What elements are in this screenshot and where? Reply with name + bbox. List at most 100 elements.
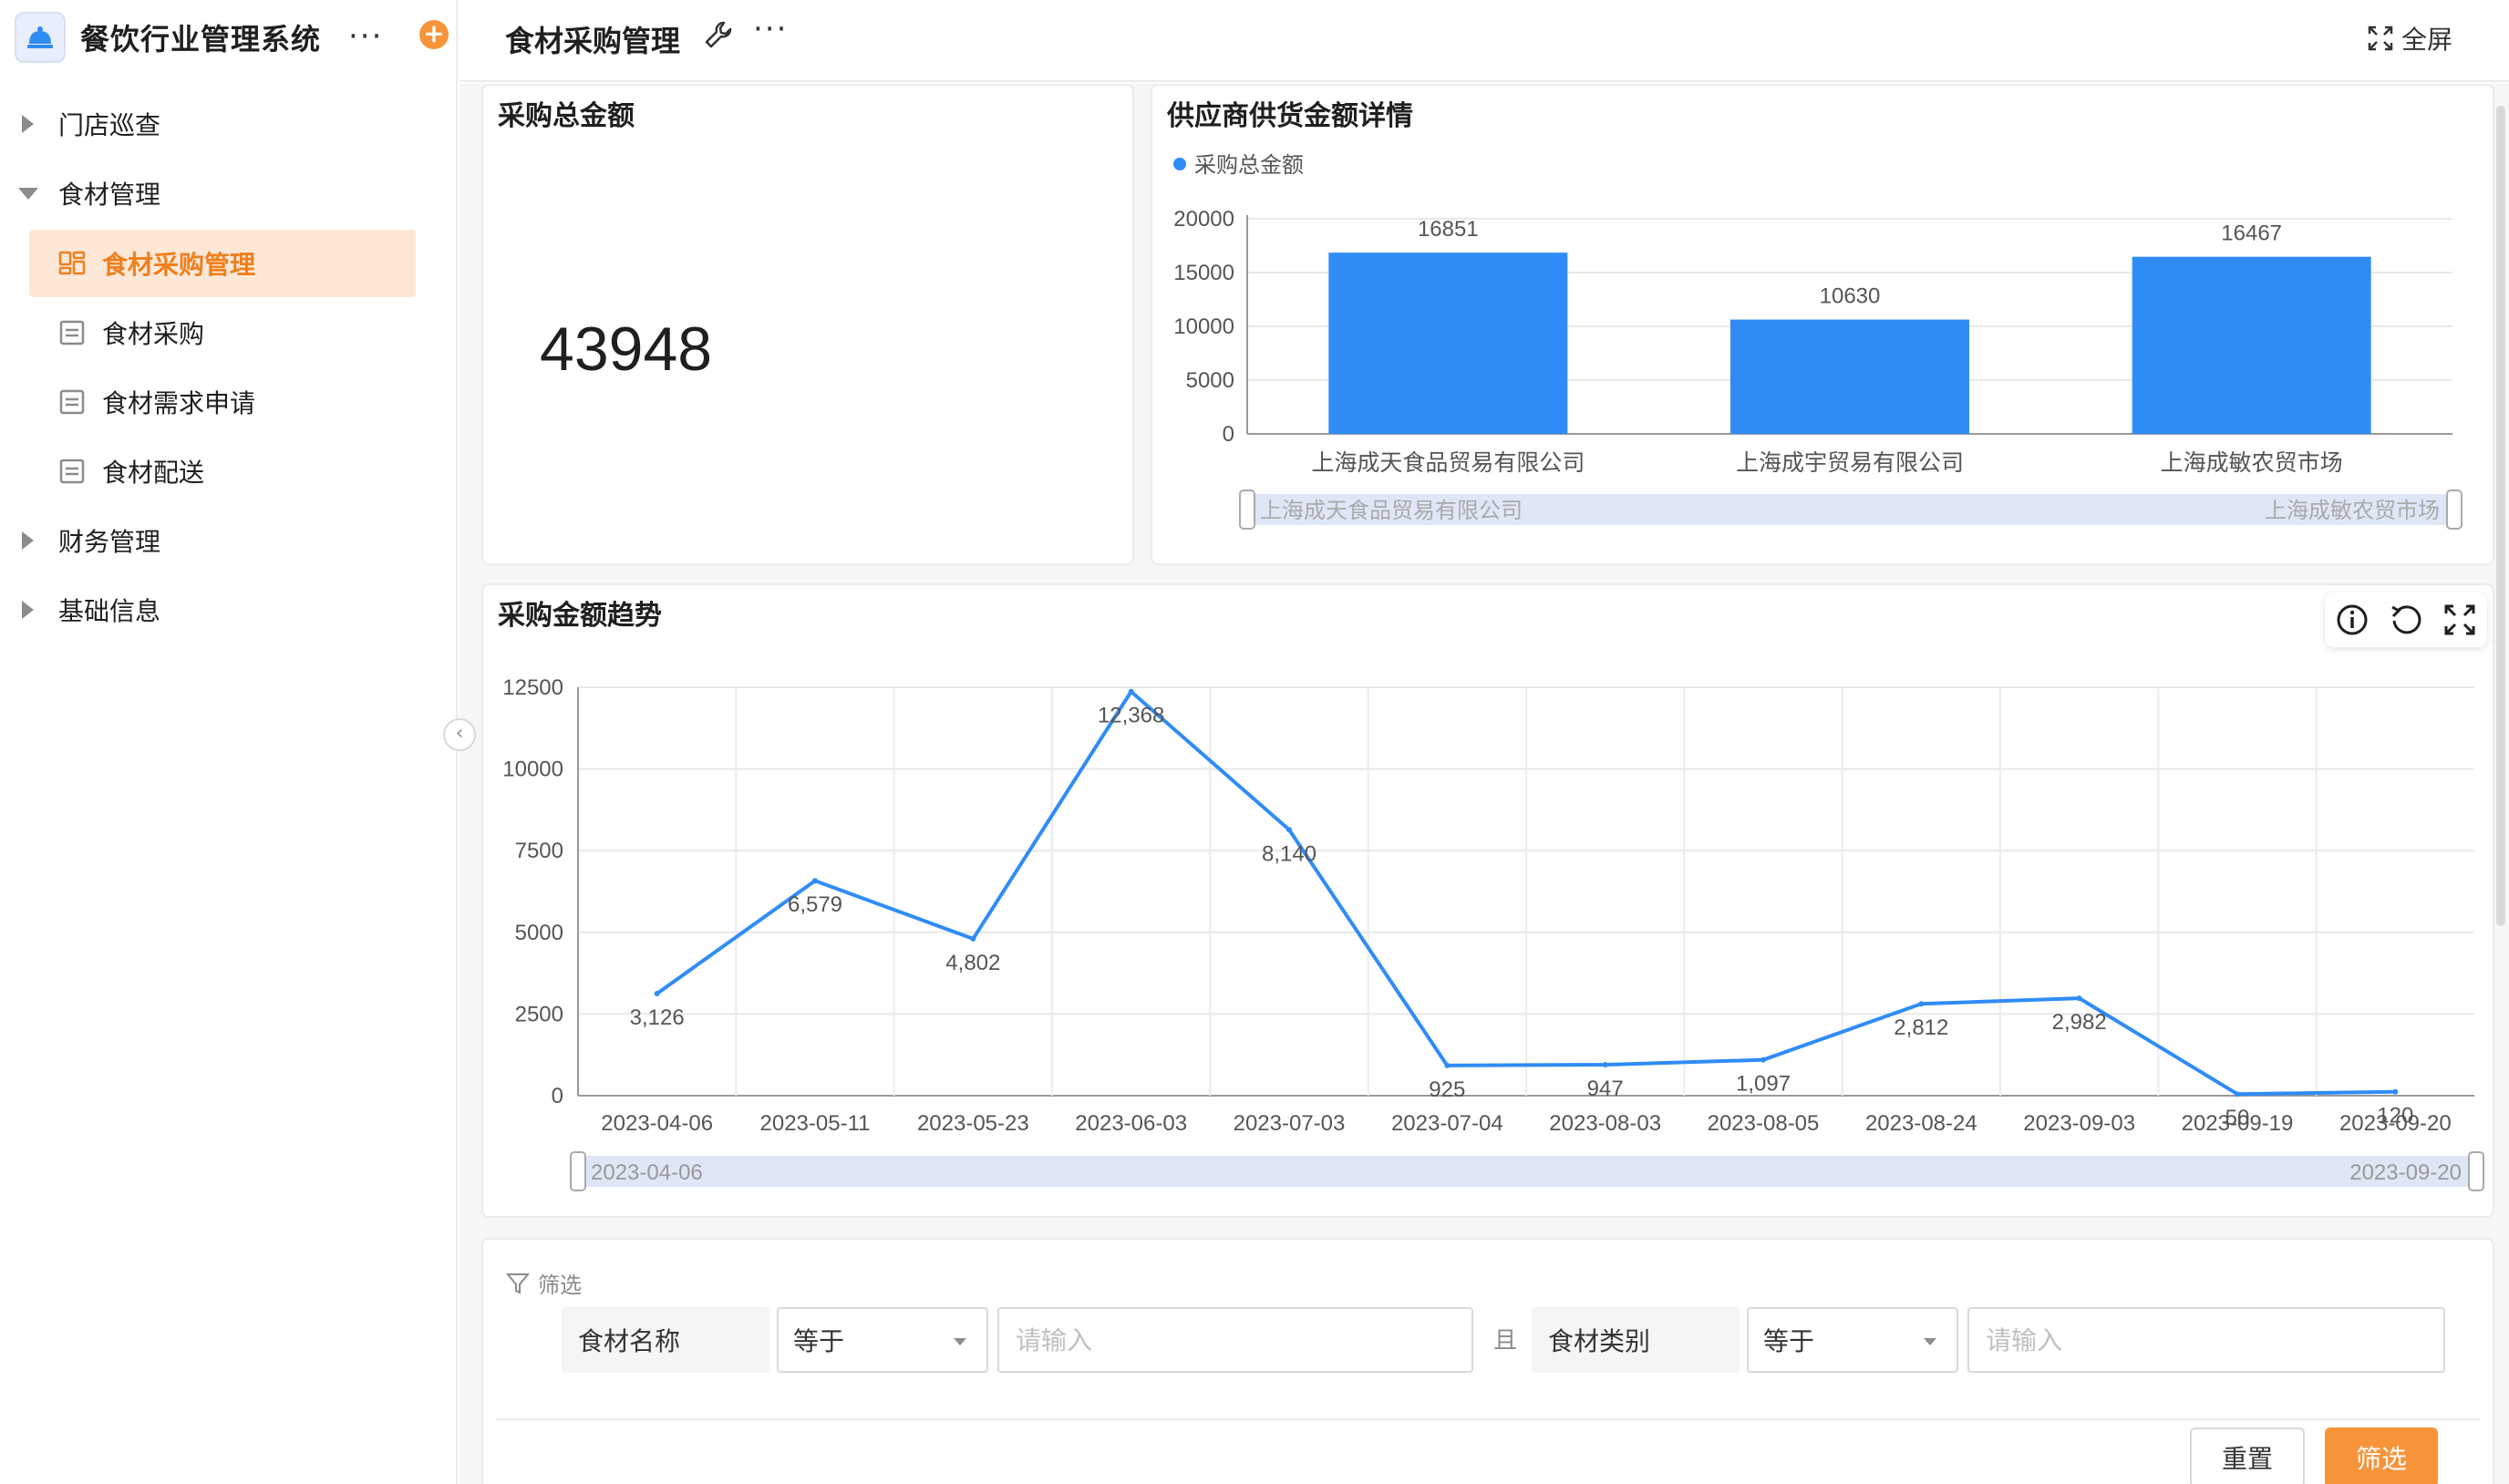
x-tick-label: 2023-07-03 xyxy=(1234,1111,1346,1136)
y-tick-label: 0 xyxy=(552,1084,563,1108)
header-more-button[interactable]: ··· xyxy=(753,11,788,47)
sidebar-group-basic-info[interactable]: 基础信息 xyxy=(0,582,456,637)
page-header: 食材采购管理 ··· 全屏 xyxy=(459,0,2509,82)
filter-button[interactable]: 筛选 xyxy=(2325,1427,2438,1484)
y-tick-label: 20000 xyxy=(1173,207,1234,232)
data-point xyxy=(1602,1062,1608,1068)
operator-select-ingredient-category[interactable]: 等于 xyxy=(1747,1307,1958,1373)
data-point xyxy=(1286,827,1292,833)
x-tick-label: 2023-06-03 xyxy=(1075,1111,1187,1136)
filter-divider xyxy=(496,1418,2480,1420)
zoom-end-label: 2023-09-20 xyxy=(2349,1160,2462,1185)
dropdown-arrow-icon xyxy=(1924,1338,1936,1345)
zoom-start-label: 上海成天食品贸易有限公司 xyxy=(1260,499,1523,523)
dashboard-icon xyxy=(58,251,86,275)
y-tick-label: 12500 xyxy=(502,675,563,700)
bar-value-label: 10630 xyxy=(1820,284,1881,309)
data-point xyxy=(1128,688,1134,695)
app-root: 餐饮行业管理系统 ··· + 门店巡查 食材管理 食材采购管理 食材采购 食材需… xyxy=(0,0,2509,1484)
zoom-handle-right xyxy=(2468,1151,2484,1191)
operator-value: 等于 xyxy=(1763,1326,1815,1356)
sidebar-collapse-button[interactable]: ‹ xyxy=(443,718,476,751)
sidebar-item-procurement[interactable]: 食材采购 xyxy=(29,299,416,366)
data-label: 4,802 xyxy=(945,951,1000,975)
data-label: 50 xyxy=(2225,1106,2250,1130)
ingredient-name-input[interactable] xyxy=(997,1307,1473,1373)
data-label: 12,368 xyxy=(1098,704,1164,728)
x-tick-label: 2023-05-11 xyxy=(760,1111,871,1136)
bar-value-label: 16467 xyxy=(2221,222,2282,246)
brand-header: 餐饮行业管理系统 ··· + xyxy=(15,9,449,66)
sidebar-item-label: 食材采购 xyxy=(102,319,205,349)
data-label: 947 xyxy=(1587,1077,1624,1101)
filter-header: 筛选 xyxy=(505,1267,582,1299)
data-point xyxy=(2235,1091,2240,1098)
sidebar-group-label: 基础信息 xyxy=(58,596,161,626)
y-tick-label: 5000 xyxy=(515,921,563,945)
main-content: 采购总金额 43948 供应商供货金额详情 采购总金额 20000 15000 100… xyxy=(459,84,2509,1484)
field-label-ingredient-name: 食材名称 xyxy=(562,1307,769,1373)
app-logo xyxy=(15,12,66,63)
x-tick-label: 2023-09-03 xyxy=(2023,1111,2135,1136)
operator-select-ingredient-name[interactable]: 等于 xyxy=(777,1307,988,1373)
caret-down-icon xyxy=(18,187,38,200)
sidebar-group-ingredient-management[interactable]: 食材管理 xyxy=(0,166,456,221)
y-tick-label: 15000 xyxy=(1173,261,1234,285)
y-tick-label: 2500 xyxy=(515,1002,563,1026)
data-point xyxy=(2076,995,2082,1002)
bar xyxy=(2132,256,2371,434)
legend-marker xyxy=(1173,158,1186,170)
bar xyxy=(1328,252,1568,434)
data-label: 2,982 xyxy=(2052,1010,2107,1035)
sidebar: 餐饮行业管理系统 ··· + 门店巡查 食材管理 食材采购管理 食材采购 食材需… xyxy=(0,0,458,1484)
operator-value: 等于 xyxy=(793,1326,845,1356)
caret-right-icon xyxy=(22,601,34,619)
sidebar-item-demand-request[interactable]: 食材需求申请 xyxy=(29,368,416,436)
data-point xyxy=(1444,1062,1451,1068)
data-label: 925 xyxy=(1429,1077,1465,1102)
sidebar-item-delivery[interactable]: 食材配送 xyxy=(29,438,416,505)
x-tick-label: 2023-07-04 xyxy=(1391,1111,1503,1136)
trend-card: 采购金额趋势 12500 10000 7500 5000 2500 0 2023-04-06… xyxy=(481,583,2494,1218)
data-point xyxy=(2392,1088,2399,1095)
sidebar-item-procurement-management[interactable]: 食材采购管理 xyxy=(29,230,416,297)
app-more-button[interactable]: ··· xyxy=(348,18,383,55)
app-add-button[interactable]: + xyxy=(419,20,449,49)
total-amount-card: 采购总金额 43948 xyxy=(481,84,1134,565)
filter-card: 筛选 食材名称 等于 且 食材类别 等于 重置 筛选 xyxy=(481,1238,2494,1484)
y-tick-label: 5000 xyxy=(1186,368,1234,393)
y-tick-label: 7500 xyxy=(515,839,563,863)
sidebar-item-label: 食材需求申请 xyxy=(102,388,256,418)
reset-button[interactable]: 重置 xyxy=(2190,1427,2305,1484)
wrench-icon[interactable] xyxy=(702,18,735,51)
supplier-bar-chart: 采购总金额 20000 15000 10000 5000 0 16851 上海成天食品贸易有限… xyxy=(1173,153,2463,530)
filter-title: 筛选 xyxy=(538,1273,582,1298)
ingredient-category-input[interactable] xyxy=(1967,1307,2445,1373)
zoom-track xyxy=(578,1156,2476,1187)
conjunction-label: 且 xyxy=(1493,1327,1518,1355)
sidebar-group-label: 食材管理 xyxy=(58,180,161,210)
page-scrollbar[interactable] xyxy=(2496,106,2505,926)
fullscreen-button[interactable]: 全屏 xyxy=(2367,20,2452,57)
x-tick-label: 上海成宇贸易有限公司 xyxy=(1736,450,1964,476)
y-tick-label: 10000 xyxy=(502,757,563,782)
sidebar-group-store-inspection[interactable]: 门店巡查 xyxy=(0,97,456,151)
y-tick-label: 0 xyxy=(1223,422,1234,447)
data-label: 8,140 xyxy=(1262,841,1316,866)
data-label: 120 xyxy=(2377,1104,2413,1128)
data-point xyxy=(1918,1001,1925,1007)
x-tick-label: 上海成天食品贸易有限公司 xyxy=(1311,450,1585,476)
page-title: 食材采购管理 xyxy=(505,24,681,58)
zoom-handle-left xyxy=(1239,490,1255,530)
y-tick-label: 10000 xyxy=(1173,314,1234,339)
cloche-icon xyxy=(27,26,53,48)
zoom-start-label: 2023-04-06 xyxy=(591,1160,703,1185)
data-label: 1,097 xyxy=(1736,1072,1791,1097)
sidebar-item-label: 食材配送 xyxy=(102,458,205,488)
zoom-handle-right xyxy=(2446,490,2463,530)
sidebar-group-finance[interactable]: 财务管理 xyxy=(0,513,456,568)
dropdown-arrow-icon xyxy=(954,1338,966,1345)
field-label-ingredient-category: 食材类别 xyxy=(1532,1307,1740,1373)
data-point xyxy=(812,878,818,884)
data-point xyxy=(654,990,660,996)
